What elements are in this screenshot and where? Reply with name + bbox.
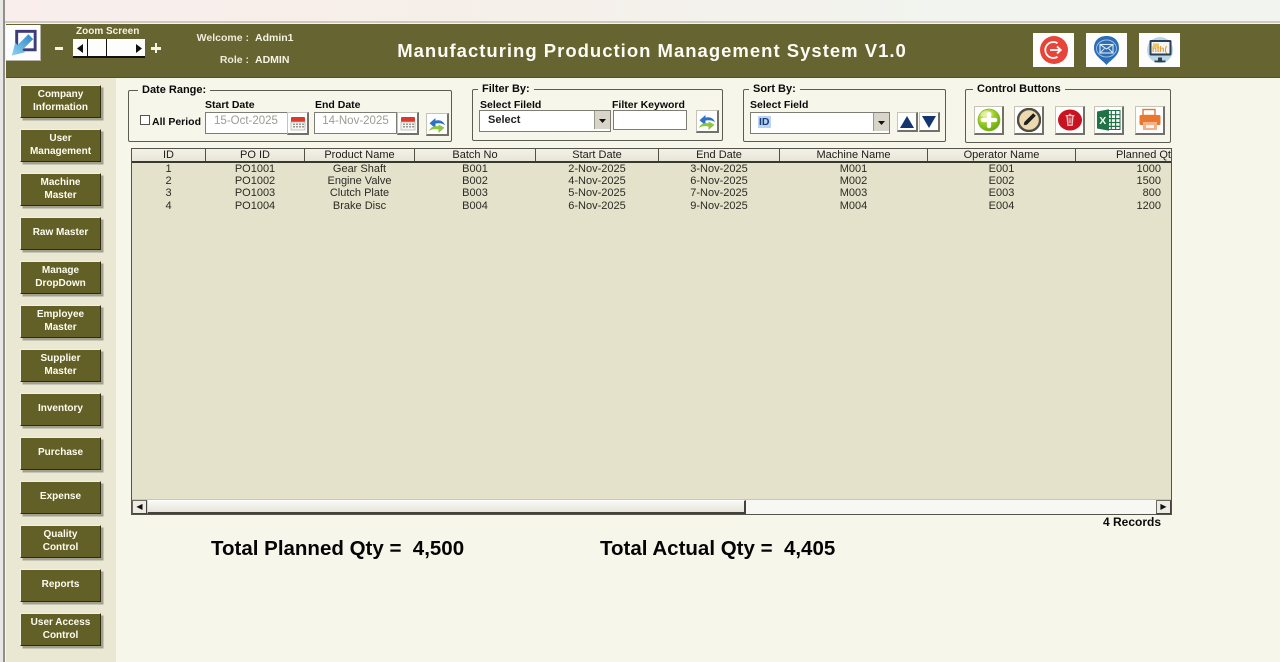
svg-text:X: X	[1099, 115, 1106, 127]
